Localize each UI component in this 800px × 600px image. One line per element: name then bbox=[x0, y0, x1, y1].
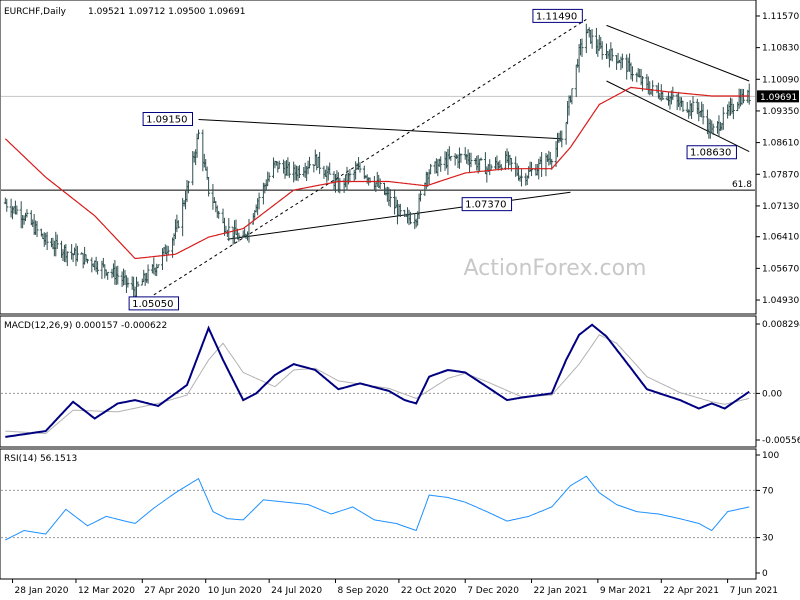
current-price-label: 1.09691 bbox=[760, 93, 797, 103]
time-tick-label: 22 Apr 2021 bbox=[663, 586, 719, 596]
time-tick-label: 28 Jan 2020 bbox=[15, 586, 69, 596]
annotation-text: 1.07370 bbox=[465, 200, 506, 211]
time-tick-label: 7 Jun 2021 bbox=[730, 586, 778, 596]
price-panel-ohlc: 1.09521 1.09712 1.09500 1.09691 bbox=[88, 7, 245, 17]
annotation-text: 1.08630 bbox=[690, 148, 731, 159]
chart-canvas: EURCHF,Daily 1.09521 1.09712 1.09500 1.0… bbox=[0, 0, 800, 596]
price-tick-label: 1.08610 bbox=[762, 139, 799, 149]
current-price-tag: 1.09691 bbox=[757, 90, 799, 103]
price-annotation-1: 1.09150 bbox=[142, 112, 194, 126]
price-tick-label: 1.07870 bbox=[762, 170, 799, 180]
price-tick-label: 1.04930 bbox=[762, 296, 799, 306]
time-tick-label: 27 Apr 2020 bbox=[144, 586, 200, 596]
watermark: ActionForex.com bbox=[464, 256, 647, 281]
rsi-tick-label: 30 bbox=[762, 534, 774, 544]
annotation-text: 1.09150 bbox=[146, 115, 187, 126]
time-tick-label: 22 Jan 2021 bbox=[534, 586, 588, 596]
price-tick-label: 1.07130 bbox=[762, 202, 799, 212]
time-tick-label: 22 Oct 2020 bbox=[401, 586, 457, 596]
time-tick-label: 12 Mar 2020 bbox=[78, 586, 135, 596]
macd-tick-label: -0.005568 bbox=[762, 436, 800, 446]
time-tick-label: 24 Jul 2020 bbox=[271, 586, 322, 596]
price-tick-label: 1.11570 bbox=[762, 12, 799, 22]
macd-title: MACD(12,26,9) 0.000157 -0.000622 bbox=[4, 321, 167, 331]
time-tick-label: 9 Mar 2021 bbox=[600, 586, 651, 596]
macd-panel: MACD(12,26,9) 0.000157 -0.000622 0.00829… bbox=[0, 315, 800, 448]
price-panel: EURCHF,Daily 1.09521 1.09712 1.09500 1.0… bbox=[0, 0, 799, 315]
fibo-label: 61.8 bbox=[732, 180, 752, 190]
annotation-text: 1.11490 bbox=[536, 11, 577, 22]
time-axis: 28 Jan 2020 12 Mar 2020 27 Apr 2020 10 Jun … bbox=[12, 579, 778, 596]
rsi-tick-label: 70 bbox=[762, 486, 774, 496]
rsi-panel: RSI(14) 56.1513 100 70 30 0 bbox=[0, 448, 779, 580]
price-tick-label: 1.06410 bbox=[762, 233, 799, 243]
macd-tick-label: 0.008294 bbox=[762, 320, 800, 330]
macd-axis: 0.008294 0.00 -0.005568 bbox=[756, 320, 800, 446]
price-annotation-4: 1.08630 bbox=[686, 145, 737, 160]
price-tick-label: 1.10830 bbox=[762, 44, 799, 54]
price-annotation-0: 1.11490 bbox=[532, 8, 583, 23]
price-axis: 1.11570 1.10830 1.10090 1.09350 1.08610 1.078… bbox=[756, 12, 799, 306]
time-tick-label: 7 Dec 2020 bbox=[467, 586, 519, 596]
rsi-axis: 100 70 30 0 bbox=[756, 451, 779, 579]
rsi-title: RSI(14) 56.1513 bbox=[4, 454, 77, 464]
rsi-tick-label: 100 bbox=[762, 451, 779, 461]
time-tick-label: 10 Jun 2020 bbox=[208, 586, 262, 596]
annotation-text: 1.05050 bbox=[132, 299, 173, 310]
price-tick-label: 1.10090 bbox=[762, 75, 799, 85]
price-tick-label: 1.09350 bbox=[762, 107, 799, 117]
price-annotation-2: 1.07370 bbox=[461, 197, 513, 212]
price-panel-title: EURCHF,Daily bbox=[4, 7, 67, 17]
macd-tick-label: 0.00 bbox=[762, 389, 782, 399]
price-tick-label: 1.05670 bbox=[762, 264, 799, 274]
rsi-tick-label: 0 bbox=[762, 569, 768, 579]
price-annotation-3: 1.05050 bbox=[128, 296, 180, 311]
time-tick-label: 8 Sep 2020 bbox=[337, 586, 389, 596]
